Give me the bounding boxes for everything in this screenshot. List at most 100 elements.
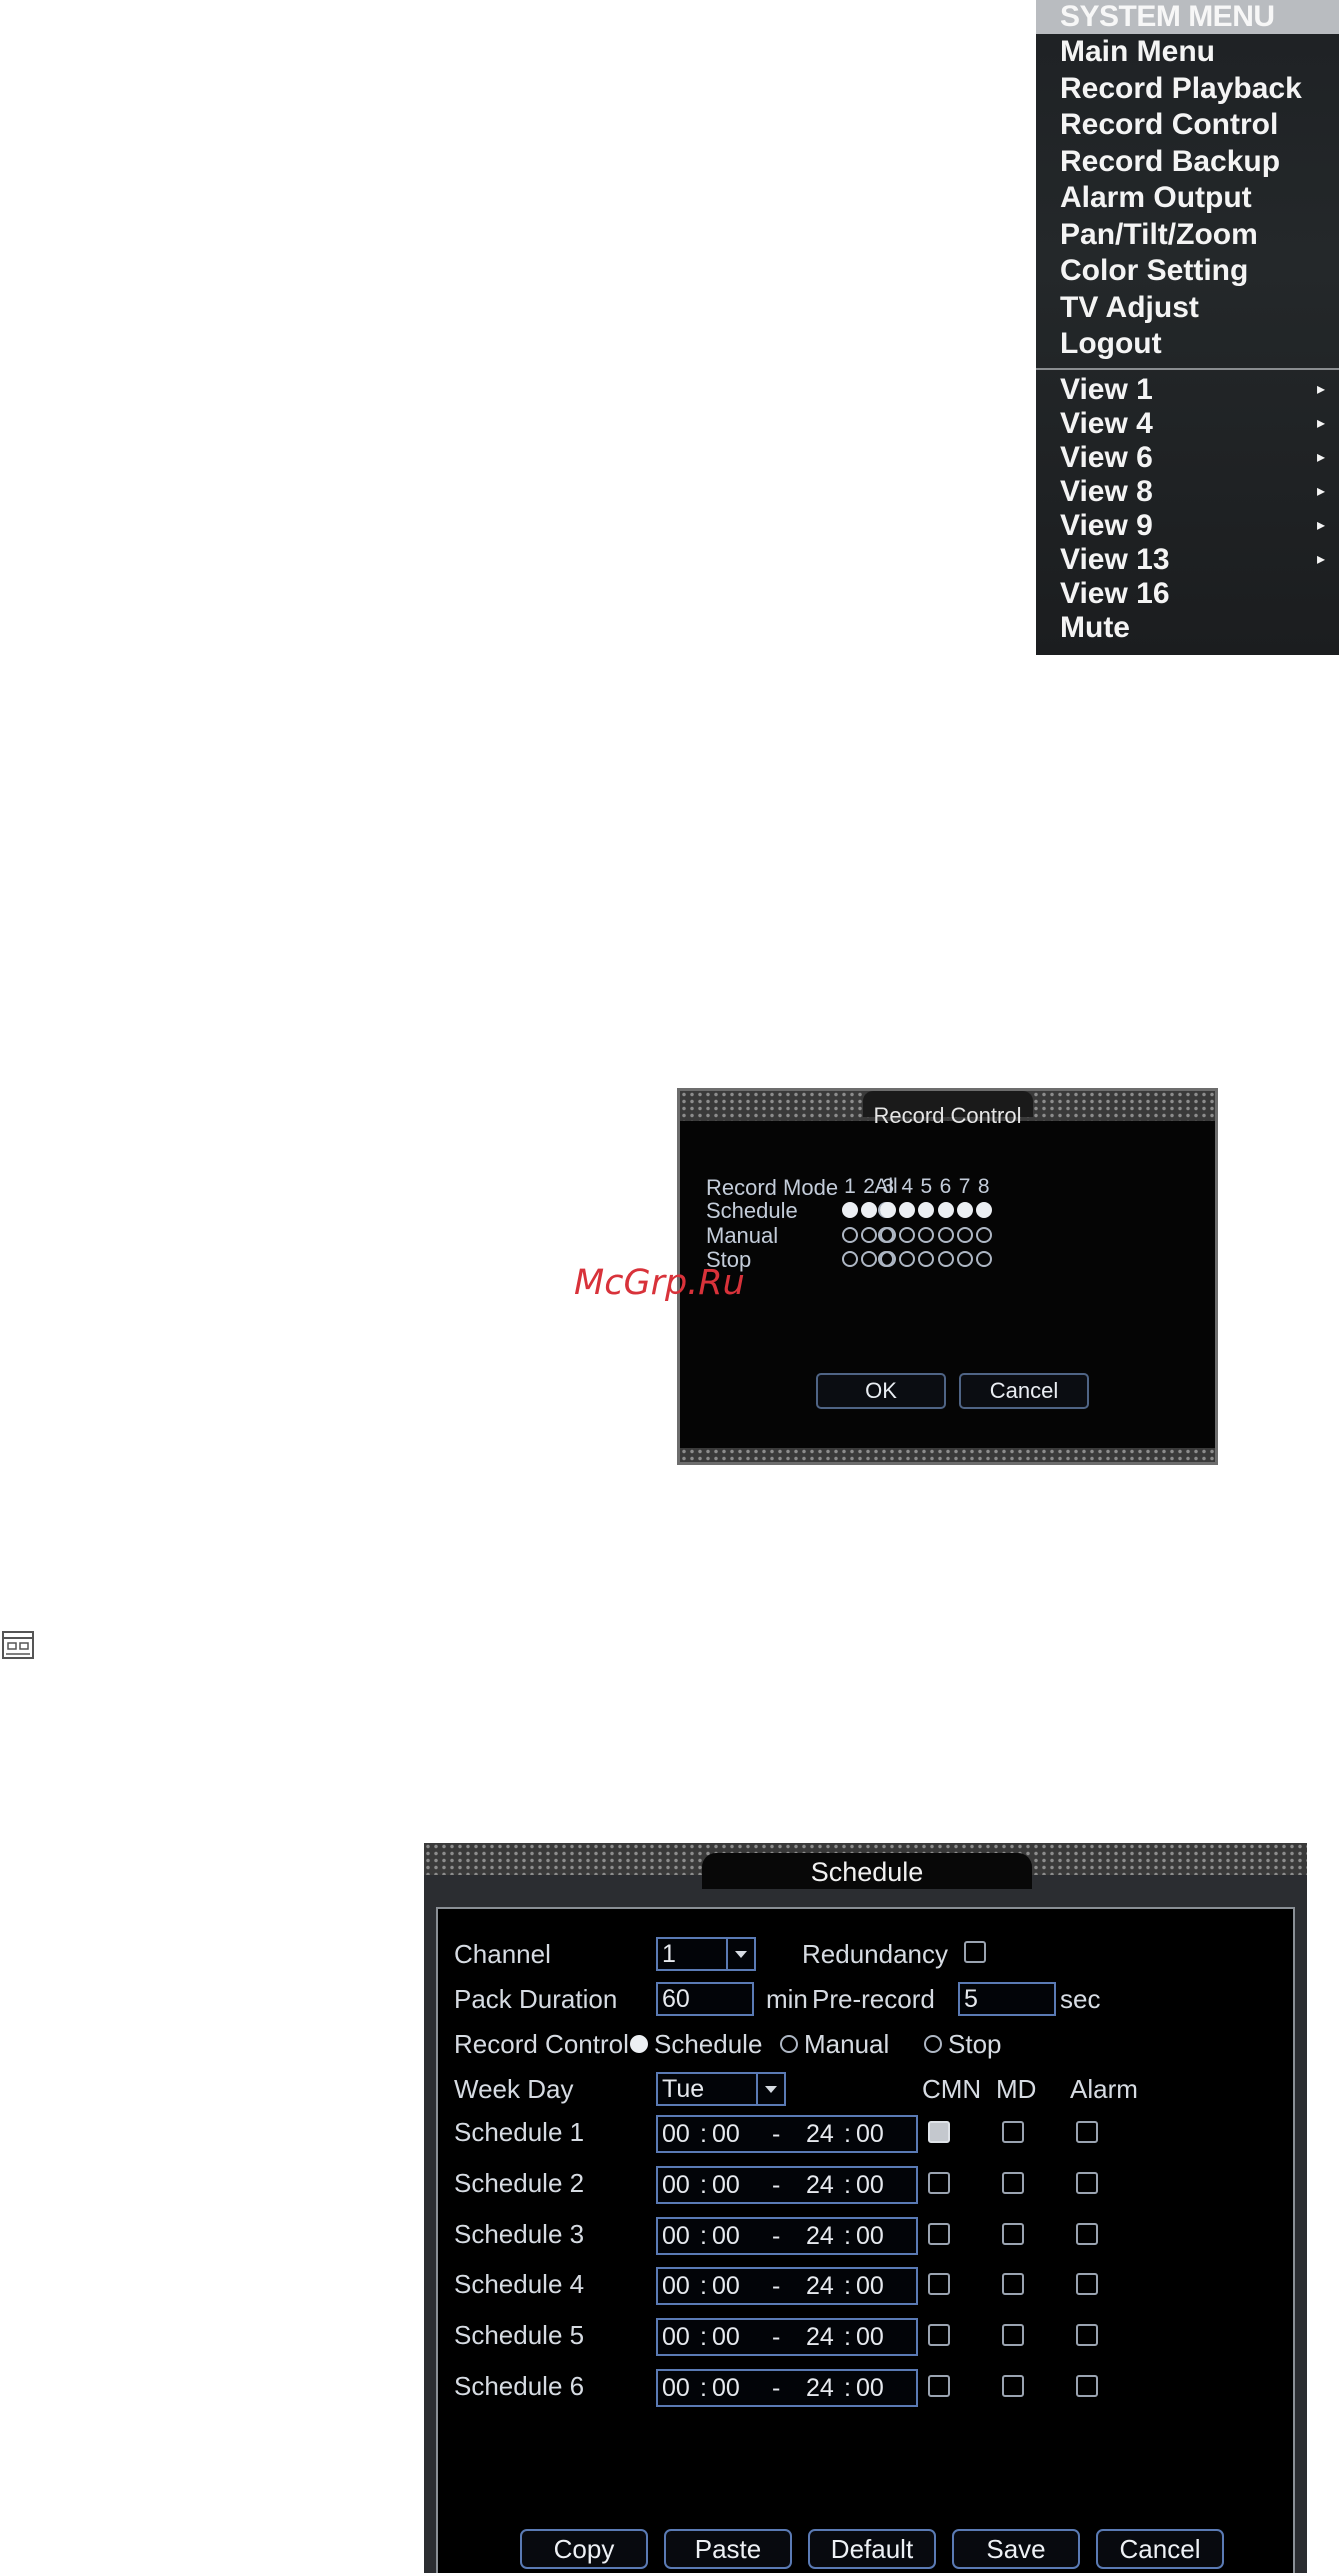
cancel-button[interactable]: Cancel [1096,2529,1224,2569]
channel-radio[interactable] [842,1251,858,1267]
md-checkbox[interactable] [1002,2273,1024,2296]
menu-item[interactable]: Pan/Tilt/Zoom [1036,217,1339,254]
chevron-down-icon[interactable] [726,1939,754,1969]
copy-button[interactable]: Copy [520,2529,648,2569]
time-part-sep1: : [700,2272,707,2301]
md-checkbox[interactable] [1002,2324,1024,2347]
channel-radio[interactable] [918,1227,935,1243]
alarm-checkbox[interactable] [1076,2375,1098,2397]
menu-item[interactable]: TV Adjust [1036,290,1339,327]
cmn-checkbox[interactable] [928,2121,950,2143]
channel-radio[interactable] [975,1227,992,1243]
md-checkbox[interactable] [1002,2171,1024,2194]
channel-radio[interactable] [842,1227,858,1243]
record-mode-radio[interactable] [630,2035,648,2053]
channel-radio[interactable] [899,1251,916,1267]
channel-radio[interactable] [956,1227,973,1243]
channel-radio[interactable] [956,1251,973,1267]
time-part-sep2: : [844,2272,851,2301]
channel-radio[interactable] [899,1227,916,1243]
time-part-end_m: 00 [856,2323,884,2352]
menu-item-view[interactable]: View 13 ▸ [1036,543,1339,577]
redundancy-checkbox[interactable] [964,1941,986,1963]
menu-item[interactable]: Logout [1036,326,1339,363]
channel-radio[interactable] [899,1202,916,1218]
alarm-checkbox[interactable] [1076,2273,1098,2296]
channel-radio[interactable] [880,1251,897,1267]
channel-radio[interactable] [937,1251,954,1267]
channel-radio[interactable] [975,1251,992,1267]
time-range-field[interactable]: 00:00-24:00 [656,2267,918,2306]
channel-radio[interactable] [918,1202,935,1218]
md-checkbox[interactable] [1002,2121,1024,2143]
prerecord-unit: sec [1060,1984,1101,2014]
md-checkbox[interactable] [1002,2222,1024,2245]
pack-duration-input[interactable]: 60 [656,1982,754,2016]
dialog-footer-band [680,1448,1215,1462]
time-range-field[interactable]: 00:00-24:00 [656,2318,918,2357]
time-part-start_m: 00 [712,2221,740,2250]
channel-radio[interactable] [861,1202,878,1218]
prerecord-input[interactable]: 5 [958,1982,1056,2016]
menu-item[interactable]: Record Playback [1036,71,1339,108]
week-day-value: Tue [662,2075,705,2103]
cmn-checkbox[interactable] [928,2171,950,2194]
menu-item-view[interactable]: View 8 ▸ [1036,475,1339,509]
channel-radio[interactable] [861,1251,878,1267]
cmn-checkbox[interactable] [928,2273,950,2296]
time-part-end_h: 24 [806,2323,834,2352]
channel-radio[interactable] [937,1227,954,1243]
time-range-field[interactable]: 00:00-24:00 [656,2165,918,2204]
channel-radio[interactable] [918,1251,935,1267]
menu-item-view[interactable]: Mute [1036,611,1339,645]
cancel-button[interactable]: Cancel [959,1373,1089,1409]
menu-item-view[interactable]: View 1 ▸ [1036,373,1339,407]
menu-item[interactable]: Main Menu [1036,34,1339,71]
channel-radio[interactable] [842,1202,858,1218]
time-part-rsep: - [772,2272,781,2301]
default-button[interactable]: Default [808,2529,936,2569]
menu-item-view[interactable]: View 6 ▸ [1036,441,1339,475]
chevron-right-icon: ▸ [1316,482,1325,500]
channel-radio[interactable] [880,1202,897,1218]
time-part-sep1: : [700,2120,707,2148]
menu-item-view[interactable]: View 16 [1036,577,1339,611]
menu-item[interactable]: Record Backup [1036,144,1339,181]
paste-button[interactable]: Paste [664,2529,792,2569]
schedule-title: Schedule [810,1857,924,1887]
alarm-checkbox[interactable] [1076,2324,1098,2347]
record-mode-radio[interactable] [924,2035,942,2053]
channel-radio[interactable] [861,1227,878,1243]
channel-radio[interactable] [956,1202,973,1218]
schedule-body: Channel 1 Redundancy Pack Duration 60 mi… [436,1907,1295,2573]
time-part-start_h: 00 [662,2323,690,2352]
time-range-field[interactable]: 00:00-24:00 [656,2115,918,2153]
channel-header: 1 [844,1175,856,1198]
ok-button[interactable]: OK [816,1373,946,1409]
menu-item-view[interactable]: View 4 ▸ [1036,407,1339,441]
menu-item[interactable]: Record Control [1036,107,1339,144]
menu-item-view[interactable]: View 9 ▸ [1036,509,1339,543]
alarm-checkbox[interactable] [1076,2222,1098,2245]
channel-select[interactable]: 1 [656,1937,756,1971]
time-range-field[interactable]: 00:00-24:00 [656,2216,918,2255]
record-control-title: Record Control [873,1103,1022,1128]
cmn-checkbox[interactable] [928,2324,950,2347]
md-checkbox[interactable] [1002,2375,1024,2397]
menu-item[interactable]: Alarm Output [1036,180,1339,217]
cmn-checkbox[interactable] [928,2222,950,2245]
channel-radio[interactable] [975,1202,992,1218]
chevron-down-icon[interactable] [756,2074,784,2104]
time-part-end_m: 00 [856,2272,884,2301]
menu-item[interactable]: Color Setting [1036,253,1339,290]
save-button[interactable]: Save [952,2529,1080,2569]
channel-radio[interactable] [880,1227,897,1243]
week-day-select[interactable]: Tue [656,2072,786,2106]
cmn-checkbox[interactable] [928,2375,950,2397]
record-mode-radio[interactable] [780,2035,798,2053]
channel-radio[interactable] [937,1202,954,1218]
time-part-start_h: 00 [662,2374,690,2402]
alarm-checkbox[interactable] [1076,2121,1098,2143]
alarm-checkbox[interactable] [1076,2171,1098,2194]
time-range-field[interactable]: 00:00-24:00 [656,2369,918,2407]
